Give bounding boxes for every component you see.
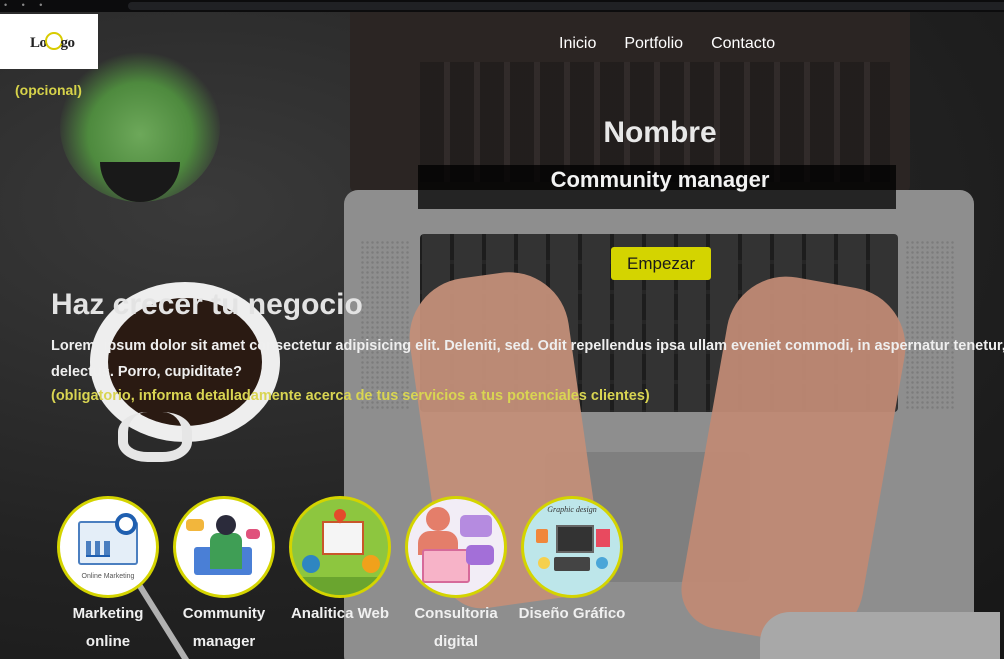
background-cup-handle [118, 412, 192, 462]
section-heading: Haz crecer tu negocio [51, 288, 363, 321]
services-list: Online Marketing Marketing online Commun… [50, 496, 630, 656]
consulting-icon[interactable] [405, 496, 507, 598]
community-icon[interactable] [173, 496, 275, 598]
globe-icon [302, 555, 320, 573]
service-analitica-web[interactable]: Analitica Web [282, 496, 398, 656]
nav-link-portfolio[interactable]: Portfolio [610, 35, 697, 53]
description-line-1: Lorem, ipsum dolor sit amet consectetur … [51, 338, 1004, 354]
hero-section: Lo go (opcional) Inicio Portfolio Contact… [0, 12, 1004, 659]
marketing-image-caption: Online Marketing [81, 573, 135, 580]
community-person-body [210, 533, 242, 569]
monitor-icon [422, 549, 470, 583]
message-bubble-icon [466, 545, 494, 565]
main-nav: Inicio Portfolio Contacto [552, 35, 789, 53]
section-description: Lorem, ipsum dolor sit amet consectetur … [51, 333, 1004, 385]
chat-bubble-icon [186, 519, 204, 531]
analytics-board-shape [322, 521, 364, 555]
chart-circle-icon [362, 555, 380, 573]
service-community-manager[interactable]: Community manager [166, 496, 282, 656]
mug-icon [536, 529, 548, 543]
monitor-icon [556, 525, 594, 553]
tablet-icon [554, 557, 590, 571]
service-label: Diseño Gráfico [518, 605, 626, 622]
nav-link-inicio[interactable]: Inicio [552, 35, 610, 53]
hero-role: Community manager [550, 167, 770, 192]
logo-optional-note: (opcional) [15, 82, 82, 98]
logo-wordmark: Lo go [30, 32, 75, 52]
browser-controls-icon: • • • [4, 0, 49, 10]
book-icon [596, 529, 610, 547]
service-label: Marketing online [72, 605, 144, 650]
design-image-caption: Graphic design [547, 505, 597, 514]
consultant-head [426, 507, 450, 531]
service-label: Community manager [182, 605, 266, 650]
service-label: Analitica Web [290, 605, 390, 622]
color-swatch-icon [596, 557, 608, 569]
browser-address-bar[interactable] [128, 2, 1004, 10]
browser-chrome-strip: • • • [0, 0, 1004, 12]
service-consultoria-digital[interactable]: Consultoria digital [398, 496, 514, 656]
analytics-icon[interactable] [289, 496, 391, 598]
logo[interactable]: Lo go [0, 14, 98, 69]
target-icon [115, 513, 137, 535]
analytics-floor-shape [292, 577, 388, 595]
palette-icon [538, 557, 550, 569]
marketing-icon[interactable]: Online Marketing [57, 496, 159, 598]
chat-bubble-icon [460, 515, 492, 537]
service-diseno-grafico[interactable]: Graphic design Diseño Gráfico [514, 496, 630, 656]
service-marketing-online[interactable]: Online Marketing Marketing online [50, 496, 166, 656]
start-button[interactable]: Empezar [611, 247, 711, 280]
service-label: Consultoria digital [414, 605, 498, 650]
marketing-bars-shape [86, 541, 110, 557]
description-line-2: delectus. Porro, cupiditate? [51, 364, 242, 380]
community-person-head [216, 515, 236, 535]
background-sleeve [760, 612, 1000, 659]
hero-name: Nombre [603, 116, 717, 149]
design-icon[interactable]: Graphic design [521, 496, 623, 598]
heart-bubble-icon [246, 529, 260, 539]
required-note: (obligatorio, informa detalladamente ace… [51, 388, 650, 404]
nav-link-contacto[interactable]: Contacto [697, 35, 789, 53]
